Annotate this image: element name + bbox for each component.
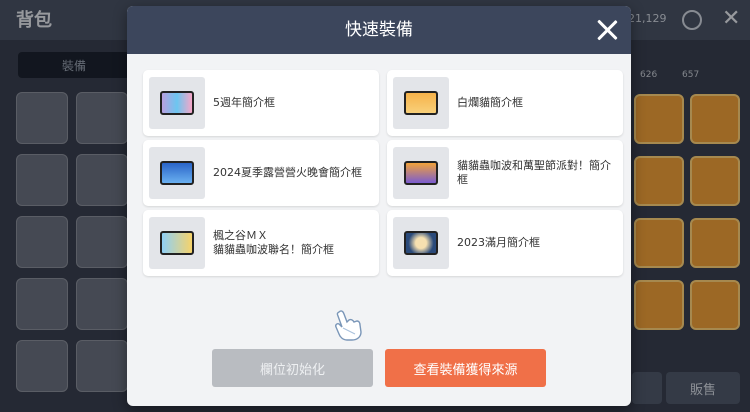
item-label: 5週年簡介框	[213, 96, 275, 109]
profile-frame-icon	[149, 147, 205, 199]
profile-frame-icon	[393, 217, 449, 269]
quick-equip-modal: 快速裝備 5週年簡介框 白爛貓簡介框 2024夏季露營營火晚會簡介框 貓貓蟲咖波…	[127, 6, 631, 406]
modal-title: 快速裝備	[345, 20, 413, 40]
frame-item[interactable]: 楓之谷ＭＸ 貓貓蟲咖波聯名！簡介框	[143, 210, 379, 276]
frame-item[interactable]: 5週年簡介框	[143, 70, 379, 136]
item-label: 2023滿月簡介框	[457, 236, 540, 249]
profile-frame-icon	[149, 77, 205, 129]
reset-slots-button[interactable]: 欄位初始化	[212, 349, 373, 387]
view-source-button[interactable]: 查看裝備獲得來源	[385, 349, 546, 387]
profile-frame-icon	[393, 147, 449, 199]
pointer-hand-icon	[335, 310, 362, 341]
item-label: 楓之谷ＭＸ 貓貓蟲咖波聯名！簡介框	[213, 229, 334, 256]
frame-item[interactable]: 白爛貓簡介框	[387, 70, 623, 136]
item-label: 貓貓蟲咖波和萬聖節派對！簡介框	[457, 159, 611, 186]
frame-item[interactable]: 2024夏季露營營火晚會簡介框	[143, 140, 379, 206]
frame-item[interactable]: 2023滿月簡介框	[387, 210, 623, 276]
profile-frame-icon	[149, 217, 205, 269]
frame-item[interactable]: 貓貓蟲咖波和萬聖節派對！簡介框	[387, 140, 623, 206]
close-icon[interactable]	[593, 16, 621, 44]
item-label: 2024夏季露營營火晚會簡介框	[213, 166, 362, 179]
profile-frame-icon	[393, 77, 449, 129]
item-label: 白爛貓簡介框	[457, 96, 523, 109]
